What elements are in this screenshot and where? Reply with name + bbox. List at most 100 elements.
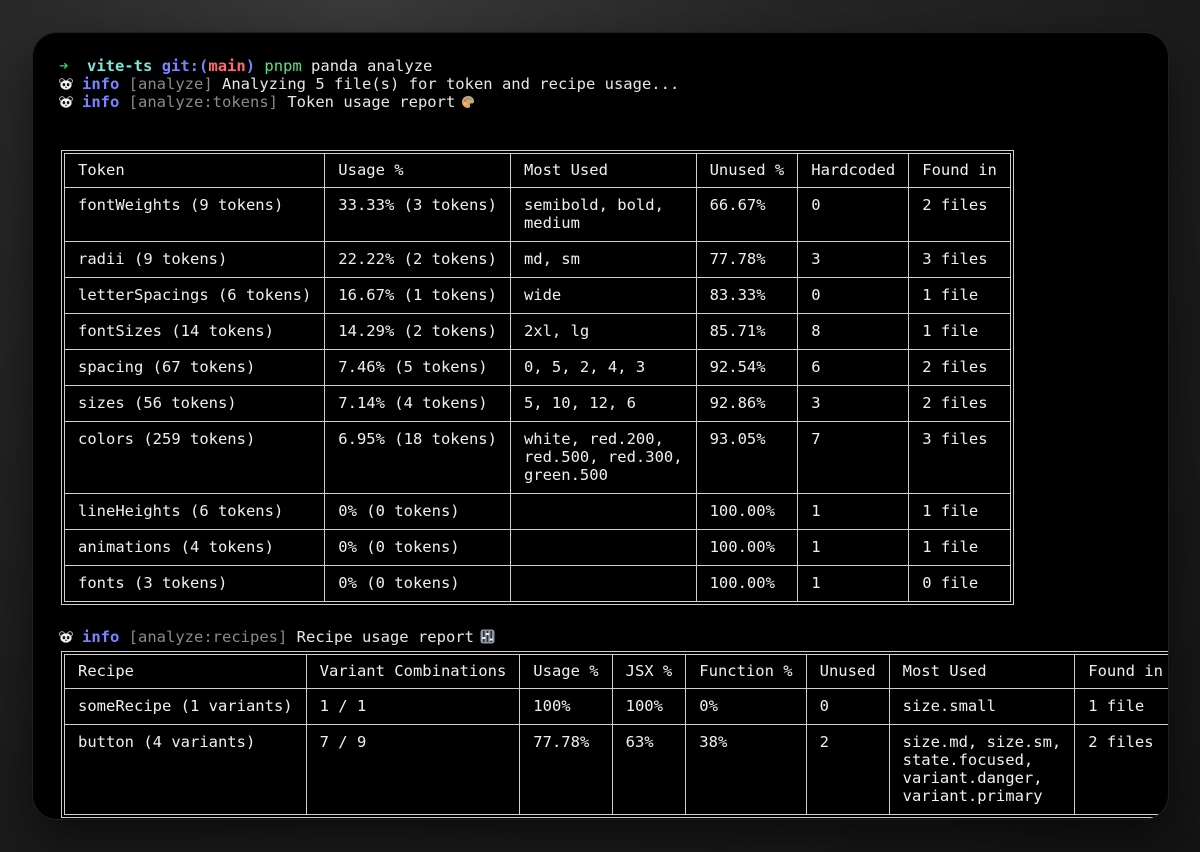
table-cell: button (4 variants) bbox=[65, 725, 307, 814]
table-cell: 1 bbox=[798, 494, 910, 530]
table-cell: 6 bbox=[798, 350, 910, 386]
column-header: JSX % bbox=[612, 655, 687, 689]
column-header: Token bbox=[65, 154, 326, 188]
table-cell: 1 file bbox=[1075, 689, 1168, 725]
table-cell: 1 file bbox=[909, 314, 1010, 350]
table-cell: 1 / 1 bbox=[306, 689, 521, 725]
table-cell: spacing (67 tokens) bbox=[65, 350, 326, 386]
table-cell: wide bbox=[510, 278, 697, 314]
column-header: Recipe bbox=[65, 655, 307, 689]
recipe-usage-table: Recipe Variant Combinations Usage % JSX … bbox=[61, 651, 1168, 818]
column-header: Usage % bbox=[520, 655, 613, 689]
panda-icon bbox=[59, 96, 73, 108]
column-header: Variant Combinations bbox=[306, 655, 521, 689]
command-prompt-line: ➜ vite-ts git:(main) pnpm panda analyze bbox=[59, 57, 1148, 75]
log-line-tokens: info [analyze:tokens] Token usage report bbox=[59, 93, 1148, 111]
table-cell: fontSizes (14 tokens) bbox=[65, 314, 326, 350]
table-header-row: Token Usage % Most Used Unused % Hardcod… bbox=[65, 154, 1010, 188]
table-row: button (4 variants) 7 / 9 77.78% 63% 38% 2 siz… bbox=[65, 725, 1168, 814]
table-cell: 2xl, lg bbox=[510, 314, 697, 350]
log-message: Recipe usage report bbox=[296, 628, 474, 646]
panda-icon bbox=[59, 78, 73, 90]
table-cell: 6.95% (18 tokens) bbox=[325, 422, 511, 494]
column-header: Found in bbox=[1075, 655, 1168, 689]
table-row: someRecipe (1 variants) 1 / 1 100% 100% 0% 0 s… bbox=[65, 689, 1168, 725]
prompt-arrow-icon: ➜ bbox=[59, 57, 69, 75]
command-args: panda analyze bbox=[311, 57, 433, 75]
table-cell: 77.78% bbox=[696, 242, 799, 278]
git-branch: main bbox=[208, 57, 246, 75]
column-header: Unused % bbox=[696, 154, 799, 188]
table-cell bbox=[510, 494, 697, 530]
table-cell: 7.14% (4 tokens) bbox=[325, 386, 511, 422]
table-cell: 1 bbox=[798, 530, 910, 566]
table-row: sizes (56 tokens) 7.14% (4 tokens) 5, 10, … bbox=[65, 386, 1010, 422]
log-message: Analyzing 5 file(s) for token and recipe… bbox=[222, 75, 680, 93]
table-cell: 38% bbox=[686, 725, 807, 814]
log-level: info bbox=[82, 628, 120, 646]
table-row: fonts (3 tokens) 0% (0 tokens) 100.00% 1 0 f… bbox=[65, 566, 1010, 601]
table-cell: 2 files bbox=[909, 386, 1010, 422]
table-cell: 2 files bbox=[909, 188, 1010, 242]
table-cell: 14.29% (2 tokens) bbox=[325, 314, 511, 350]
table-cell: 7 bbox=[798, 422, 910, 494]
column-header: Usage % bbox=[325, 154, 511, 188]
table-cell: 3 bbox=[798, 386, 910, 422]
table-cell: 92.54% bbox=[696, 350, 799, 386]
table-cell: size.md, size.sm, state.focused, variant… bbox=[890, 725, 1076, 814]
table-cell: 22.22% (2 tokens) bbox=[325, 242, 511, 278]
command-binary: pnpm bbox=[264, 57, 302, 75]
table-row: radii (9 tokens) 22.22% (2 tokens) md, sm 7… bbox=[65, 242, 1010, 278]
log-line-recipes: info [analyze:recipes] Recipe usage repo… bbox=[59, 628, 495, 646]
log-level: info bbox=[82, 93, 120, 111]
column-header: Most Used bbox=[510, 154, 697, 188]
table-cell: sizes (56 tokens) bbox=[65, 386, 326, 422]
table-cell: 3 files bbox=[909, 242, 1010, 278]
current-directory: vite-ts bbox=[87, 57, 153, 75]
table-cell: 100% bbox=[612, 689, 687, 725]
column-header: Unused bbox=[806, 655, 890, 689]
table-cell: 0% (0 tokens) bbox=[325, 566, 511, 601]
table-cell: size.small bbox=[889, 689, 1076, 725]
table-cell: 0 bbox=[798, 188, 910, 242]
table-cell: 1 file bbox=[909, 494, 1010, 530]
log-tag: [analyze:recipes] bbox=[128, 628, 288, 646]
log-line-analyze: info [analyze] Analyzing 5 file(s) for t… bbox=[59, 75, 1148, 93]
table-cell: 7.46% (5 tokens) bbox=[325, 350, 511, 386]
table-row: spacing (67 tokens) 7.46% (5 tokens) 0, 5,… bbox=[65, 350, 1010, 386]
table-cell: 63% bbox=[613, 725, 687, 814]
table-cell: 5, 10, 12, 6 bbox=[510, 386, 697, 422]
table-row: fontWeights (9 tokens) 33.33% (3 tokens) s… bbox=[65, 188, 1010, 242]
token-usage-table: Token Usage % Most Used Unused % Hardcod… bbox=[61, 150, 1014, 605]
table-cell: 100.00% bbox=[696, 530, 799, 566]
table-cell bbox=[510, 530, 697, 566]
table-cell: 100.00% bbox=[697, 566, 799, 601]
table-cell: 66.67% bbox=[696, 188, 799, 242]
table-cell: 77.78% bbox=[520, 725, 613, 814]
table-cell: fontWeights (9 tokens) bbox=[65, 188, 326, 242]
table-cell: semibold, bold, medium bbox=[510, 188, 697, 242]
table-cell: md, sm bbox=[510, 242, 697, 278]
log-level: info bbox=[82, 75, 120, 93]
table-cell: 0, 5, 2, 4, 3 bbox=[510, 350, 697, 386]
table-cell: 16.67% (1 tokens) bbox=[325, 278, 511, 314]
column-header: Hardcoded bbox=[798, 154, 910, 188]
table-cell: animations (4 tokens) bbox=[65, 530, 326, 566]
terminal-output: ➜ vite-ts git:(main) pnpm panda analyze … bbox=[59, 57, 1168, 818]
table-cell: 0% bbox=[686, 689, 807, 725]
table-cell: letterSpacings (6 tokens) bbox=[65, 278, 326, 314]
control-knobs-icon bbox=[480, 629, 495, 648]
git-label-close: ) bbox=[245, 57, 256, 75]
table-header-row: Recipe Variant Combinations Usage % JSX … bbox=[65, 655, 1168, 689]
table-cell: 0 bbox=[798, 278, 910, 314]
table-cell: radii (9 tokens) bbox=[65, 242, 326, 278]
table-cell: someRecipe (1 variants) bbox=[65, 689, 307, 725]
table-row: lineHeights (6 tokens) 0% (0 tokens) 100.0… bbox=[65, 494, 1010, 530]
table-cell: colors (259 tokens) bbox=[65, 422, 326, 494]
table-cell: 93.05% bbox=[696, 422, 799, 494]
table-row: animations (4 tokens) 0% (0 tokens) 100.00… bbox=[65, 530, 1010, 566]
log-tag: [analyze:tokens] bbox=[128, 93, 278, 111]
column-header: Found in bbox=[909, 154, 1010, 188]
table-cell: 0 bbox=[806, 689, 890, 725]
table-cell: 8 bbox=[798, 314, 910, 350]
